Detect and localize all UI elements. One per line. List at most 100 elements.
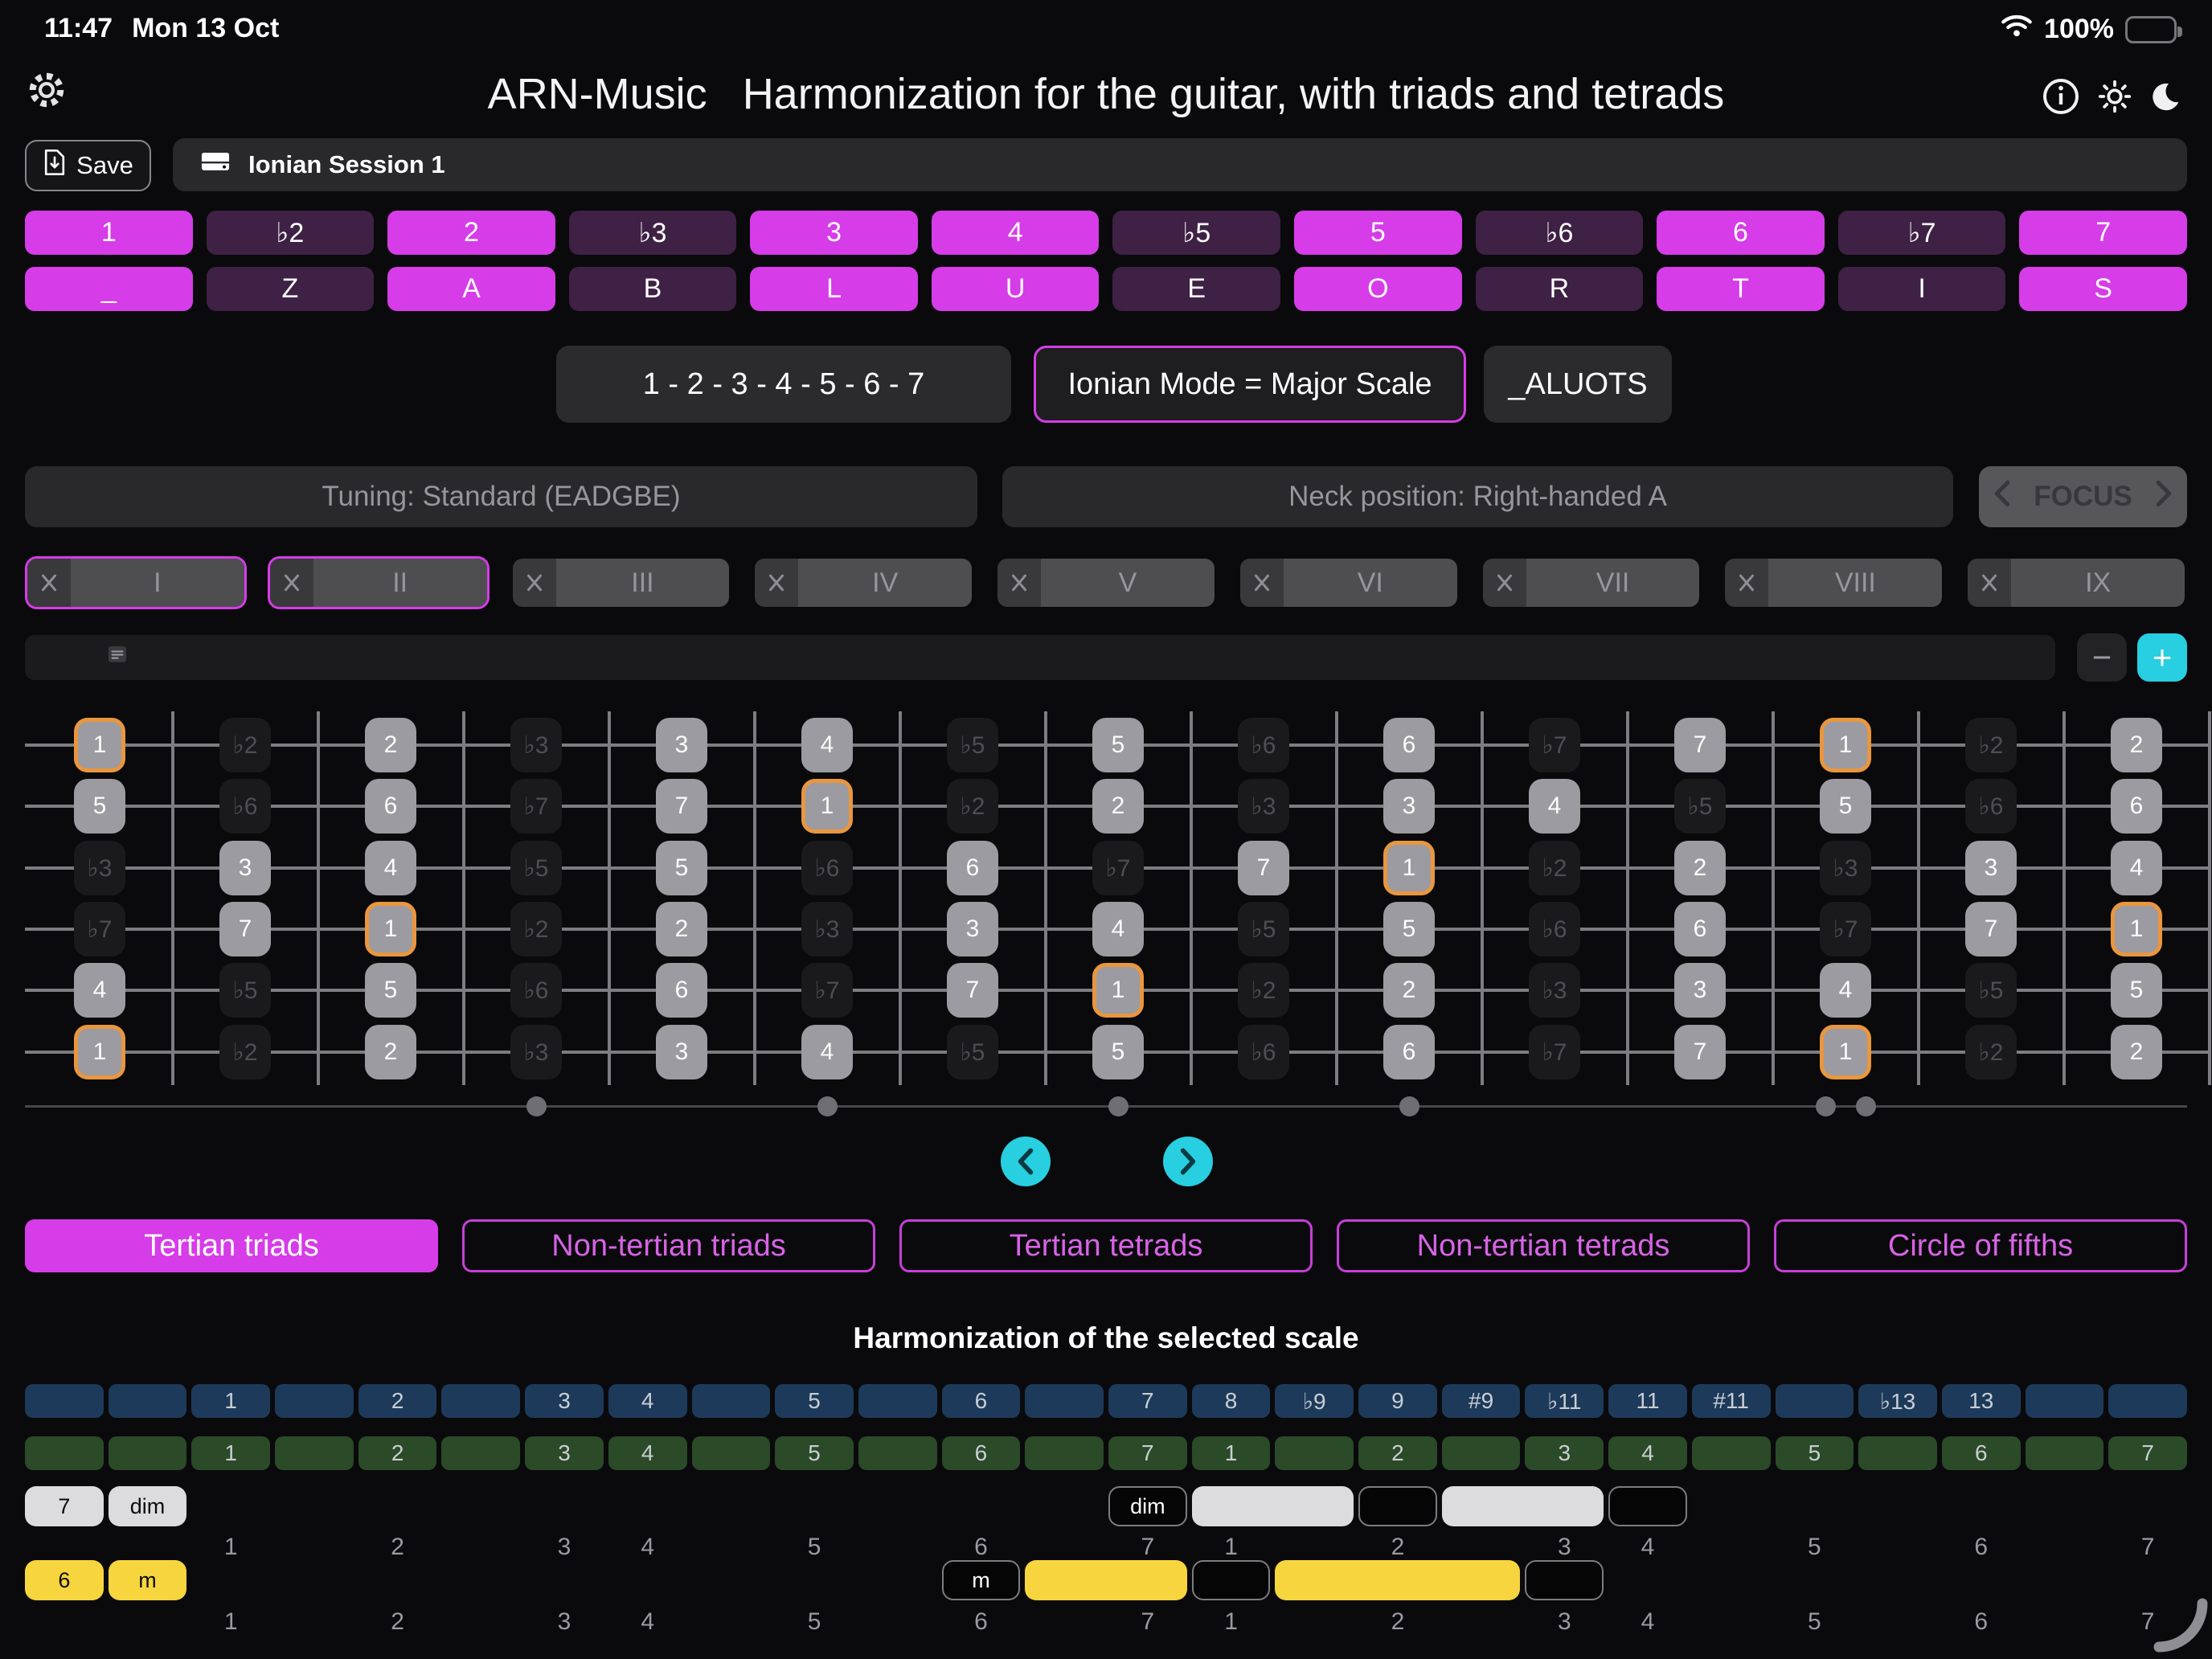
view-tab-non-tertian-triads[interactable]: Non-tertian triads [462, 1219, 875, 1272]
degree-pill-5-9[interactable]: 5 [775, 1436, 854, 1470]
letter-pill-S[interactable]: S [2019, 267, 2187, 311]
extension-pill-5-9[interactable]: 5 [775, 1384, 854, 1418]
note-s1-f12-1[interactable]: 1 [1820, 718, 1871, 772]
note-s3-f7-♭7[interactable]: ♭7 [1092, 841, 1144, 895]
degree-pill-blank-20[interactable] [1692, 1436, 1771, 1470]
note-s5-f12-4[interactable]: 4 [1820, 963, 1871, 1018]
note-s5-f2-5[interactable]: 5 [365, 963, 416, 1018]
position-tab-II[interactable]: II [268, 556, 490, 609]
close-icon[interactable] [1483, 559, 1526, 607]
notes-list-icon[interactable] [106, 643, 129, 670]
note-s5-f13-♭5[interactable]: ♭5 [1965, 963, 2017, 1018]
note-s4-f4-2[interactable]: 2 [656, 902, 707, 956]
note-s5-f1-♭5[interactable]: ♭5 [219, 963, 271, 1018]
note-s4-f5-♭3[interactable]: ♭3 [801, 902, 853, 956]
position-tab-V[interactable]: V [995, 556, 1217, 609]
degree-pill-6-23[interactable]: 6 [1942, 1436, 2021, 1470]
note-s5-f6-7[interactable]: 7 [947, 963, 998, 1018]
note-s3-f4-5[interactable]: 5 [656, 841, 707, 895]
scroll-right-button[interactable] [1163, 1137, 1213, 1186]
note-s3-f11-2[interactable]: 2 [1674, 841, 1726, 895]
note-s4-f8-♭5[interactable]: ♭5 [1238, 902, 1289, 956]
note-s5-f4-6[interactable]: 6 [656, 963, 707, 1018]
extension-pill-9-16[interactable]: 9 [1358, 1384, 1437, 1418]
chord-pill-light-col14[interactable] [1192, 1486, 1354, 1526]
extension-pill-#9-17[interactable]: #9 [1442, 1384, 1521, 1418]
scale-formula-button[interactable]: 1 - 2 - 3 - 4 - 5 - 6 - 7 [556, 346, 1011, 423]
chord-pill-m-col11[interactable]: m [942, 1560, 1021, 1600]
scroll-left-button[interactable] [1001, 1137, 1051, 1186]
degree-pill-♭2[interactable]: ♭2 [207, 211, 375, 255]
chord-pill-7-col0[interactable]: 7 [25, 1486, 104, 1526]
fretboard-scrollbar[interactable] [25, 635, 2055, 680]
extension-pill-2-4[interactable]: 2 [358, 1384, 437, 1418]
degree-pill-1-14[interactable]: 1 [1192, 1436, 1271, 1470]
degree-pill-blank-1[interactable] [109, 1436, 187, 1470]
degree-pill-4-19[interactable]: 4 [1608, 1436, 1687, 1470]
extension-pill-blank-3[interactable] [275, 1384, 354, 1418]
letter-pill-L[interactable]: L [750, 267, 918, 311]
note-s6-f10-♭7[interactable]: ♭7 [1529, 1025, 1580, 1079]
close-icon[interactable] [997, 559, 1041, 607]
anagram-button[interactable]: _ALUOTS [1484, 346, 1672, 423]
degree-pill-♭7[interactable]: ♭7 [1838, 211, 2006, 255]
close-icon[interactable] [27, 559, 71, 607]
position-tab-IX[interactable]: IX [1965, 556, 2187, 609]
note-s1-f13-♭2[interactable]: ♭2 [1965, 718, 2017, 772]
letter-pill-T[interactable]: T [1657, 267, 1825, 311]
note-s4-f7-4[interactable]: 4 [1092, 902, 1144, 956]
note-s3-f14-4[interactable]: 4 [2111, 841, 2162, 895]
focus-next-chevron-icon[interactable] [2153, 480, 2174, 514]
focus-stepper[interactable]: FOCUS [1979, 466, 2187, 527]
note-s3-f3-♭5[interactable]: ♭5 [510, 841, 562, 895]
degree-pill-1-2[interactable]: 1 [191, 1436, 270, 1470]
note-s5-f14-5[interactable]: 5 [2111, 963, 2162, 1018]
degree-pill-blank-15[interactable] [1275, 1436, 1354, 1470]
note-s2-f6-♭2[interactable]: ♭2 [947, 779, 998, 834]
position-tab-VII[interactable]: VII [1481, 556, 1702, 609]
degree-pill-7-13[interactable]: 7 [1108, 1436, 1187, 1470]
chord-pill-dark-col19[interactable] [1608, 1486, 1687, 1526]
note-s2-f5-1[interactable]: 1 [801, 779, 853, 834]
letter-pill-I[interactable]: I [1838, 267, 2006, 311]
note-s3-f0-♭3[interactable]: ♭3 [74, 841, 125, 895]
note-s1-f8-♭6[interactable]: ♭6 [1238, 718, 1289, 772]
note-s6-f3-♭3[interactable]: ♭3 [510, 1025, 562, 1079]
note-s1-f6-♭5[interactable]: ♭5 [947, 718, 998, 772]
position-tab-VI[interactable]: VI [1238, 556, 1460, 609]
degree-pill-3[interactable]: 3 [750, 211, 918, 255]
chord-pill-m-col1[interactable]: m [109, 1560, 187, 1600]
degree-pill-2-16[interactable]: 2 [1358, 1436, 1437, 1470]
view-tab-circle-of-fifths[interactable]: Circle of fifths [1774, 1219, 2187, 1272]
letter-pill-Z[interactable]: Z [207, 267, 375, 311]
close-icon[interactable] [513, 559, 556, 607]
letter-pill-B[interactable]: B [569, 267, 737, 311]
note-s3-f12-♭3[interactable]: ♭3 [1820, 841, 1871, 895]
note-s5-f11-3[interactable]: 3 [1674, 963, 1726, 1018]
note-s1-f1-♭2[interactable]: ♭2 [219, 718, 271, 772]
degree-pill-3-18[interactable]: 3 [1525, 1436, 1604, 1470]
degree-pill-5[interactable]: 5 [1294, 211, 1462, 255]
note-s1-f9-6[interactable]: 6 [1383, 718, 1435, 772]
extension-pill-blank-5[interactable] [441, 1384, 520, 1418]
save-button[interactable]: Save [25, 140, 151, 191]
extension-pill-7-13[interactable]: 7 [1108, 1384, 1187, 1418]
chord-pill-dark-col18[interactable] [1525, 1560, 1604, 1600]
letter-pill-E[interactable]: E [1112, 267, 1280, 311]
note-s2-f10-4[interactable]: 4 [1529, 779, 1580, 834]
note-s2-f12-5[interactable]: 5 [1820, 779, 1871, 834]
degree-pill-blank-17[interactable] [1442, 1436, 1521, 1470]
info-icon[interactable] [2042, 77, 2080, 120]
note-s5-f8-♭2[interactable]: ♭2 [1238, 963, 1289, 1018]
degree-pill-2[interactable]: 2 [387, 211, 555, 255]
letter-pill-O[interactable]: O [1294, 267, 1462, 311]
extension-pill-blank-25[interactable] [2108, 1384, 2187, 1418]
note-s4-f10-♭6[interactable]: ♭6 [1529, 902, 1580, 956]
note-s2-f7-2[interactable]: 2 [1092, 779, 1144, 834]
degree-pill-3-6[interactable]: 3 [525, 1436, 604, 1470]
chord-pill-yellow-col12[interactable] [1025, 1560, 1186, 1600]
close-icon[interactable] [755, 559, 798, 607]
extension-pill-blank-0[interactable] [25, 1384, 104, 1418]
note-s4-f13-7[interactable]: 7 [1965, 902, 2017, 956]
note-s6-f4-3[interactable]: 3 [656, 1025, 707, 1079]
